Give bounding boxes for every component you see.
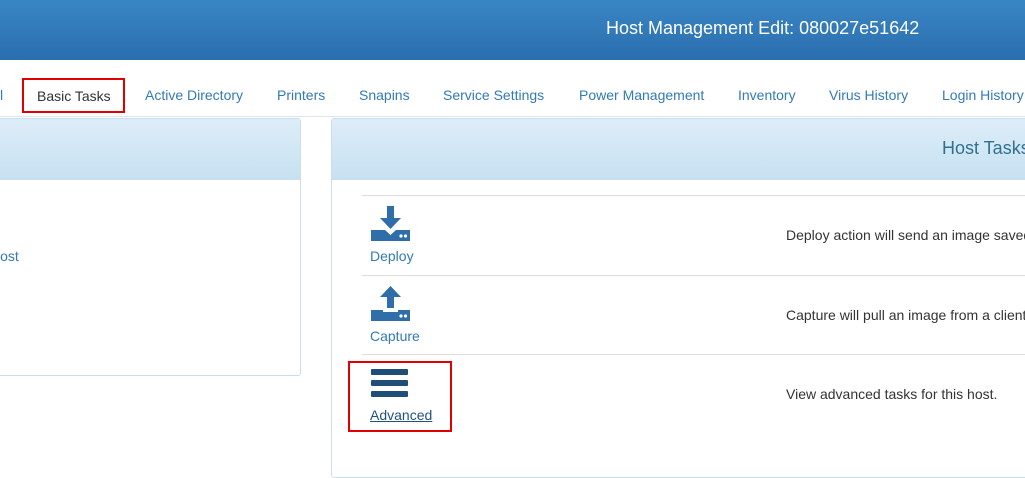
tab-snapins[interactable]: Snapins: [359, 87, 410, 103]
tab-basic-tasks[interactable]: Basic Tasks: [22, 78, 125, 113]
left-panel-header: [0, 119, 300, 180]
tab-printers[interactable]: Printers: [277, 87, 325, 103]
tab-login-history[interactable]: Login History: [942, 87, 1024, 103]
advanced-description: View advanced tasks for this host.: [786, 386, 998, 402]
left-panel: [0, 118, 301, 376]
page-title: Host Management Edit: 080027e51642: [606, 18, 920, 38]
page-header: Host Management Edit: 080027e51642: [0, 0, 1025, 60]
tab-virus-history[interactable]: Virus History: [829, 87, 908, 103]
task-row-capture: Capture Capture will pull an image from …: [362, 275, 1025, 355]
host-tasks-title: Host Tasks: [942, 138, 1025, 158]
capture-link[interactable]: Capture: [370, 328, 420, 344]
tab-partial[interactable]: l: [0, 87, 3, 103]
capture-icon[interactable]: [370, 284, 410, 324]
advanced-highlight-box: [348, 361, 452, 432]
host-link[interactable]: Host: [0, 248, 19, 264]
host-tasks-header: Host Tasks: [332, 119, 1025, 180]
tab-basic-tasks-label: Basic Tasks: [37, 88, 111, 104]
deploy-description: Deploy action will send an image saved: [786, 227, 1025, 243]
task-row-deploy: Deploy Deploy action will send an image …: [362, 195, 1025, 275]
deploy-icon[interactable]: [370, 204, 410, 244]
capture-description: Capture will pull an image from a client: [786, 307, 1025, 323]
tab-bar: l Basic Tasks Active Directory Printers …: [0, 60, 1025, 117]
tab-active-directory[interactable]: Active Directory: [145, 87, 243, 103]
tab-power-management[interactable]: Power Management: [579, 87, 704, 103]
tab-inventory[interactable]: Inventory: [738, 87, 796, 103]
task-row-advanced: Advanced View advanced tasks for this ho…: [362, 354, 1025, 434]
deploy-link[interactable]: Deploy: [370, 248, 414, 264]
tab-service-settings[interactable]: Service Settings: [443, 87, 544, 103]
